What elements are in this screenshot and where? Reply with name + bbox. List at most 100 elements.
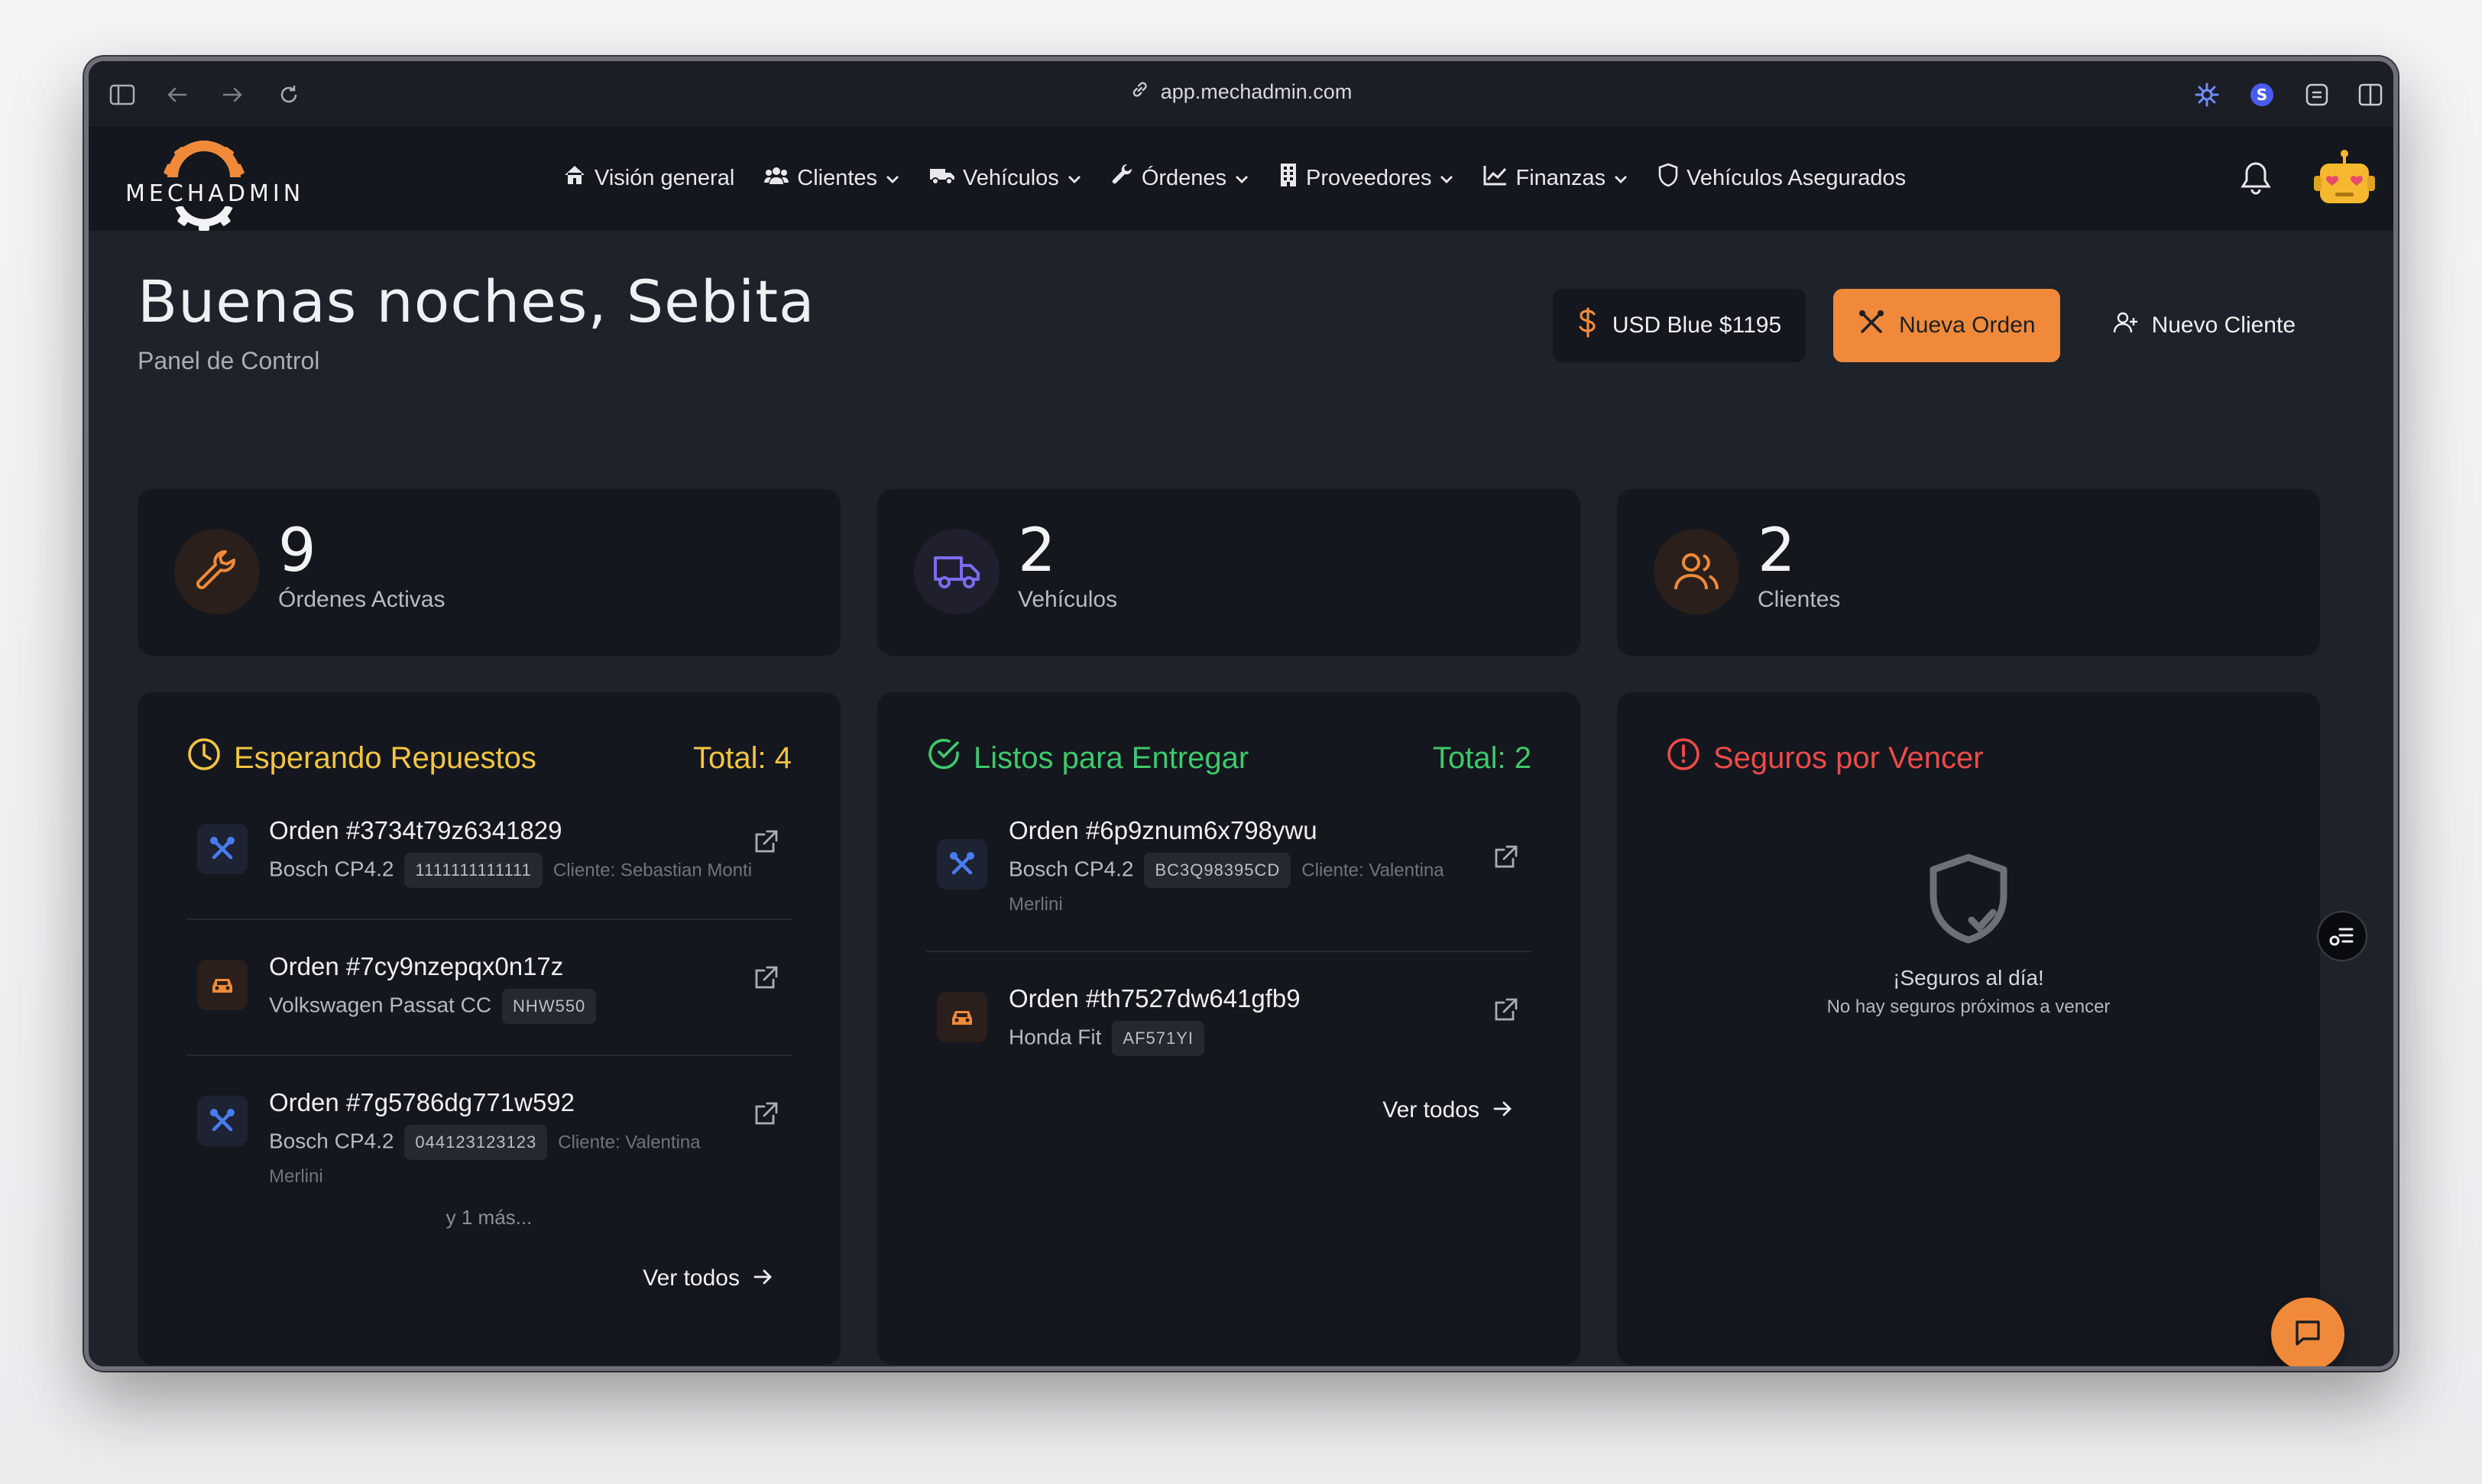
nav-vision-general[interactable]: Visión general xyxy=(562,164,734,193)
stat-card-vehiculos[interactable]: 2 Vehículos xyxy=(877,489,1580,656)
car-icon xyxy=(197,960,248,1010)
address-bar[interactable]: app.mechadmin.com xyxy=(1130,79,1353,105)
link-icon xyxy=(1130,79,1150,105)
order-client: Cliente: Valentina xyxy=(558,1132,701,1153)
order-title: Orden #th7527dw641gfb9 xyxy=(1009,984,1301,1013)
reload-icon[interactable] xyxy=(272,78,306,112)
ver-todos-link[interactable]: Ver todos xyxy=(643,1265,773,1291)
nav-vehiculos[interactable]: Vehículos xyxy=(929,164,1082,192)
order-client: Cliente: Valentina xyxy=(1301,860,1444,881)
gear-icon xyxy=(164,141,245,178)
profile-icon[interactable]: S xyxy=(2245,78,2279,112)
tools-icon xyxy=(197,824,248,874)
ver-todos-link[interactable]: Ver todos xyxy=(1382,1097,1513,1123)
main-menu: Visión general Clientes Vehículos Órdene… xyxy=(562,159,1935,197)
chat-button[interactable] xyxy=(2271,1298,2344,1366)
external-link-icon[interactable] xyxy=(1492,844,1519,875)
floating-tools-icon[interactable] xyxy=(2317,911,2367,961)
chevron-down-icon xyxy=(885,166,900,191)
nav-label: Clientes xyxy=(797,165,878,190)
panel-esperando-repuestos: Esperando Repuestos Total: 4 Orden #3734… xyxy=(138,692,841,1365)
dollar-icon xyxy=(1577,307,1599,344)
nav-label: Vehículos xyxy=(963,165,1059,190)
order-item[interactable]: Orden #th7527dw641gfb9 Honda Fit AF571YI xyxy=(926,975,1531,1087)
notifications-bell-icon[interactable] xyxy=(2233,156,2279,202)
brand-name: MECHADMIN xyxy=(125,180,305,207)
dashboard-content: Buenas noches, Sebita Panel de Control U… xyxy=(89,231,2393,1366)
external-link-icon[interactable] xyxy=(752,1100,779,1132)
order-vehicle: Volkswagen Passat CC xyxy=(269,993,492,1017)
order-list: Orden #6p9znum6x798ywu Bosch CP4.2 BC3Q98… xyxy=(926,807,1531,1110)
panel-title: Listos para Entregar xyxy=(926,737,1249,779)
truck-icon xyxy=(914,529,1000,614)
home-icon xyxy=(562,164,587,193)
extension-icon[interactable] xyxy=(2190,78,2224,112)
nav-finanzas[interactable]: Finanzas xyxy=(1483,164,1628,192)
panel-title: Seguros por Vencer xyxy=(1666,737,1984,779)
stat-card-clientes[interactable]: 2 Clientes xyxy=(1617,489,2320,656)
order-meta: Bosch CP4.2 1111111111111 Cliente: Sebasti… xyxy=(269,853,792,888)
external-link-icon[interactable] xyxy=(1492,996,1519,1028)
order-item[interactable]: Orden #7g5786dg771w592 Bosch CP4.2 044123… xyxy=(186,1079,792,1223)
nav-label: Finanzas xyxy=(1515,165,1606,190)
split-view-icon[interactable] xyxy=(2354,78,2387,112)
brand-logo[interactable]: MECHADMIN xyxy=(125,141,305,231)
nav-ordenes[interactable]: Órdenes xyxy=(1111,164,1249,193)
browser-window: app.mechadmin.com S MECHADMIN Visión gen… xyxy=(84,57,2398,1371)
clock-icon xyxy=(186,737,222,779)
svg-text:S: S xyxy=(2257,86,2267,104)
panel-title-text: Listos para Entregar xyxy=(974,740,1249,775)
tools-icon xyxy=(197,1096,248,1146)
order-client-cont: Merlini xyxy=(1009,894,1063,915)
order-meta: Bosch CP4.2 BC3Q98395CD Cliente: Valentina… xyxy=(1009,853,1531,920)
external-link-icon[interactable] xyxy=(752,964,779,996)
usd-rate-button[interactable]: USD Blue $1195 xyxy=(1552,289,1806,362)
user-plus-icon xyxy=(2112,310,2138,341)
nav-label: Órdenes xyxy=(1141,165,1227,190)
header-actions: USD Blue $1195 Nueva Orden Nuevo Cliente xyxy=(1552,289,2320,362)
new-client-button[interactable]: Nuevo Cliente xyxy=(2088,289,2320,362)
order-plate: 1111111111111 xyxy=(404,853,543,888)
stat-label: Vehículos xyxy=(1018,587,1118,612)
new-order-button[interactable]: Nueva Orden xyxy=(1833,289,2060,362)
order-list: Orden #3734t79z6341829 Bosch CP4.2 111111… xyxy=(186,807,792,1246)
order-body: Orden #3734t79z6341829 Bosch CP4.2 111111… xyxy=(269,816,792,888)
user-avatar-robot-icon[interactable] xyxy=(2312,148,2377,212)
panel-title: Esperando Repuestos xyxy=(186,737,536,779)
url-text: app.mechadmin.com xyxy=(1160,80,1353,103)
building-icon xyxy=(1278,163,1298,193)
extension-2-icon[interactable] xyxy=(2300,78,2334,112)
stat-value: 2 xyxy=(1018,517,1056,585)
stat-card-ordenes[interactable]: 9 Órdenes Activas xyxy=(138,489,841,656)
chat-icon xyxy=(2292,1317,2323,1352)
back-icon[interactable] xyxy=(160,78,194,112)
browser-toolbar: app.mechadmin.com S xyxy=(89,61,2393,128)
external-link-icon[interactable] xyxy=(752,828,779,860)
panel-seguros-por-vencer: Seguros por Vencer ¡Seguros al día! No h… xyxy=(1617,692,2320,1365)
chevron-down-icon xyxy=(1234,166,1249,191)
sidebar-toggle-icon[interactable] xyxy=(105,78,139,112)
order-item[interactable]: Orden #3734t79z6341829 Bosch CP4.2 111111… xyxy=(186,807,792,920)
forward-icon[interactable] xyxy=(215,78,249,112)
order-body: Orden #7cy9nzepqx0n17z Volkswagen Passat… xyxy=(269,952,792,1024)
order-item[interactable]: Orden #6p9znum6x798ywu Bosch CP4.2 BC3Q98… xyxy=(926,807,1531,952)
users-icon xyxy=(763,164,789,192)
nav-proveedores[interactable]: Proveedores xyxy=(1278,163,1454,193)
panel-total: Total: 2 xyxy=(1433,740,1531,775)
panel-title-text: Esperando Repuestos xyxy=(234,740,536,775)
arrow-right-icon xyxy=(753,1265,773,1291)
wrench-icon xyxy=(174,529,260,614)
order-meta: Honda Fit AF571YI xyxy=(1009,1021,1531,1056)
nav-vehiculos-asegurados[interactable]: Vehículos Asegurados xyxy=(1657,163,1906,193)
order-title: Orden #3734t79z6341829 xyxy=(269,816,562,844)
nav-clientes[interactable]: Clientes xyxy=(763,164,900,192)
truck-icon xyxy=(929,164,955,192)
stat-label: Órdenes Activas xyxy=(278,587,446,612)
nav-label: Vehículos Asegurados xyxy=(1687,165,1907,190)
shield-icon xyxy=(1657,163,1679,193)
order-item[interactable]: Orden #7cy9nzepqx0n17z Volkswagen Passat… xyxy=(186,943,792,1056)
arrow-right-icon xyxy=(1493,1097,1513,1123)
new-client-label: Nuevo Cliente xyxy=(2151,313,2296,338)
tools-icon xyxy=(937,839,987,889)
ver-todos-label: Ver todos xyxy=(643,1265,740,1291)
